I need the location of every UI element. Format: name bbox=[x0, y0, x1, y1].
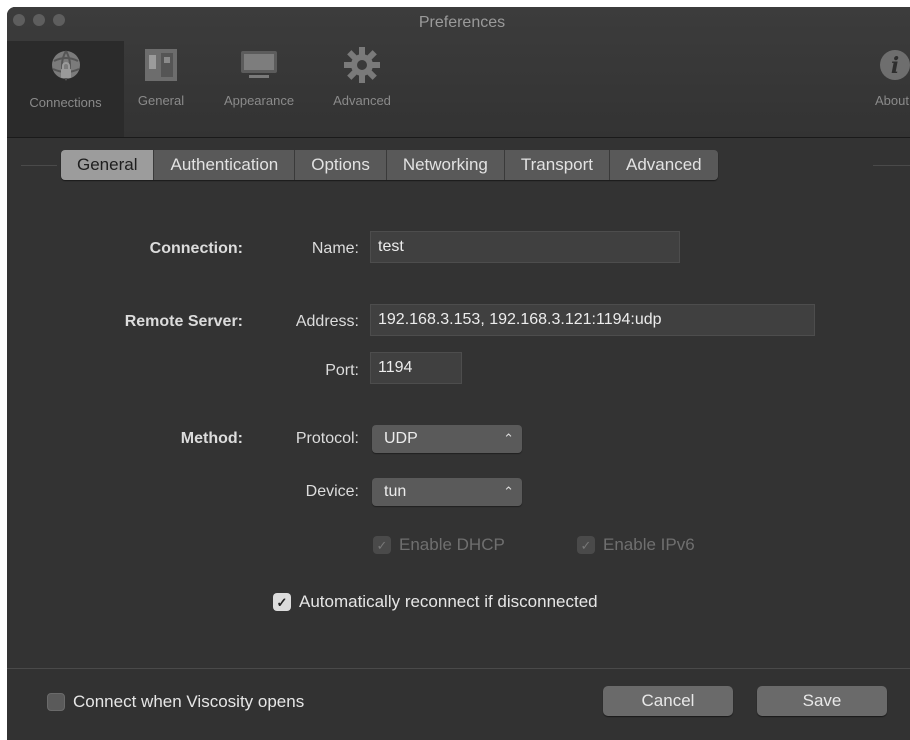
display-monitor-icon bbox=[241, 51, 277, 78]
device-select[interactable]: tun ⌃︎ bbox=[372, 478, 522, 506]
port-field[interactable]: 1194 bbox=[370, 352, 462, 384]
device-label: Device: bbox=[305, 483, 359, 500]
footer-bar: Connect when Viscosity opens Cancel Save bbox=[7, 668, 910, 740]
toolbar-advanced[interactable]: Advanced bbox=[317, 43, 407, 108]
connect-on-open-label: Connect when Viscosity opens bbox=[73, 692, 305, 711]
save-button[interactable]: Save bbox=[757, 686, 887, 716]
cancel-button[interactable]: Cancel bbox=[603, 686, 733, 716]
tab-options[interactable]: Options bbox=[295, 150, 387, 180]
enable-ipv6-checkbox[interactable]: ✓ Enable IPv6 bbox=[577, 535, 695, 555]
connection-section-label: Connection: bbox=[149, 240, 243, 257]
auto-reconnect-label: Automatically reconnect if disconnected bbox=[299, 592, 598, 611]
enable-dhcp-checkbox[interactable]: ✓ Enable DHCP bbox=[373, 535, 505, 555]
up-down-chevron-icon: ⌃︎ bbox=[503, 484, 514, 499]
checkmark-icon: ✓ bbox=[273, 593, 291, 611]
toolbar-general-label: General bbox=[137, 93, 185, 108]
protocol-select[interactable]: UDP ⌃︎ bbox=[372, 425, 522, 453]
tab-networking[interactable]: Networking bbox=[386, 150, 505, 180]
title-bar: Preferences Connections General Appearan… bbox=[7, 7, 910, 138]
checkmark-icon: ✓ bbox=[577, 536, 595, 554]
connections-globe-icon bbox=[51, 50, 80, 82]
checkbox-box bbox=[47, 693, 65, 711]
tab-separator-right bbox=[873, 165, 910, 166]
toolbar-general[interactable]: General bbox=[125, 43, 197, 108]
svg-text:i: i bbox=[891, 53, 899, 79]
protocol-label: Protocol: bbox=[295, 430, 359, 447]
name-label: Name: bbox=[311, 240, 359, 257]
auto-reconnect-checkbox[interactable]: ✓ Automatically reconnect if disconnecte… bbox=[273, 592, 598, 612]
info-icon: i bbox=[880, 50, 910, 80]
name-field[interactable]: test bbox=[370, 231, 680, 263]
device-select-value: tun bbox=[384, 483, 407, 500]
address-label: Address: bbox=[295, 313, 359, 330]
preferences-window: Preferences Connections General Appearan… bbox=[7, 7, 910, 740]
toolbar-about[interactable]: i About bbox=[867, 43, 910, 108]
protocol-select-value: UDP bbox=[384, 430, 418, 447]
enable-dhcp-label: Enable DHCP bbox=[399, 535, 505, 554]
connection-settings-panel: General Authentication Options Networkin… bbox=[7, 138, 910, 668]
toolbar-appearance-label: Appearance bbox=[223, 93, 295, 108]
remote-server-section-label: Remote Server: bbox=[124, 313, 243, 330]
tab-separator-left bbox=[21, 165, 57, 166]
tab-advanced[interactable]: Advanced bbox=[610, 150, 718, 180]
tab-transport[interactable]: Transport bbox=[504, 150, 610, 180]
settings-tabs: General Authentication Options Networkin… bbox=[61, 150, 718, 180]
gear-icon bbox=[344, 47, 380, 83]
toolbar-appearance[interactable]: Appearance bbox=[207, 43, 311, 108]
toolbar-about-label: About bbox=[875, 93, 909, 108]
method-section-label: Method: bbox=[180, 430, 243, 447]
toolbar-connections[interactable]: Connections bbox=[7, 41, 124, 137]
address-field[interactable]: 192.168.3.153, 192.168.3.121:1194:udp bbox=[370, 304, 815, 336]
up-down-chevron-icon: ⌃︎ bbox=[503, 431, 514, 446]
toolbar-advanced-label: Advanced bbox=[333, 93, 391, 108]
connect-on-open-checkbox[interactable]: Connect when Viscosity opens bbox=[47, 692, 304, 712]
toolbar-connections-label: Connections bbox=[29, 95, 102, 110]
tab-authentication[interactable]: Authentication bbox=[154, 150, 296, 180]
window-title: Preferences bbox=[418, 14, 506, 31]
tab-general[interactable]: General bbox=[61, 150, 155, 180]
general-switches-icon bbox=[145, 49, 177, 81]
port-label: Port: bbox=[325, 362, 359, 379]
enable-ipv6-label: Enable IPv6 bbox=[603, 535, 695, 554]
checkmark-icon: ✓ bbox=[373, 536, 391, 554]
